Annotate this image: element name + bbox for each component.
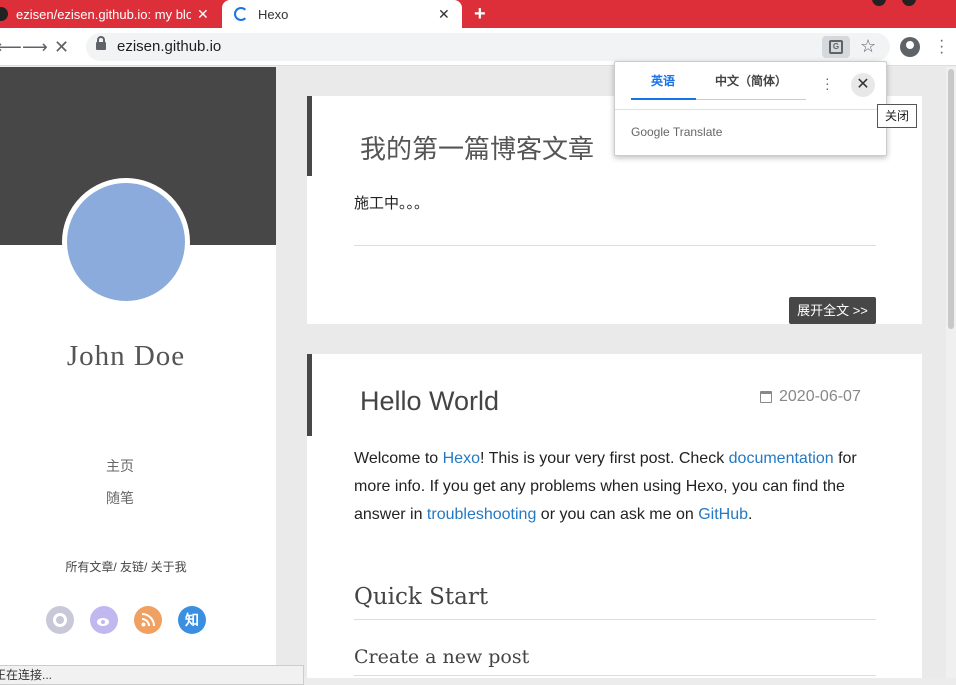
lock-icon[interactable] bbox=[96, 36, 106, 50]
para-text: Welcome to bbox=[354, 450, 443, 467]
github-favicon-icon bbox=[0, 7, 8, 21]
github-icon[interactable] bbox=[46, 606, 74, 634]
stop-loading-icon[interactable]: ✕ bbox=[54, 37, 69, 58]
post-card: Hello World 2020-06-07 Welcome to Hexo! … bbox=[307, 354, 922, 678]
sidebar-links[interactable]: 所有文章/ 友链/ 关于我 bbox=[0, 558, 252, 575]
divider bbox=[354, 245, 876, 246]
forward-icon[interactable]: ⟶ bbox=[22, 37, 48, 58]
rss-icon[interactable] bbox=[134, 606, 162, 634]
browser-menu-icon[interactable]: · · · bbox=[939, 33, 944, 61]
zhihu-icon[interactable]: 知 bbox=[178, 606, 206, 634]
documentation-link[interactable]: documentation bbox=[729, 450, 834, 467]
tab-title: Hexo bbox=[258, 6, 289, 22]
translate-button[interactable]: G bbox=[822, 36, 850, 58]
tab-github[interactable]: ezisen/ezisen.github.io: my blog ✕ bbox=[0, 0, 222, 28]
tab-close-icon[interactable]: ✕ bbox=[197, 6, 209, 23]
avatar[interactable] bbox=[62, 178, 190, 306]
loading-spinner-icon bbox=[234, 7, 248, 21]
url-text[interactable]: ezisen.github.io bbox=[117, 38, 221, 55]
divider bbox=[354, 675, 876, 676]
troubleshooting-link[interactable]: troubleshooting bbox=[427, 506, 536, 523]
close-icon[interactable]: ✕ bbox=[851, 73, 875, 97]
para-text: or you can ask me on bbox=[536, 506, 699, 523]
google-translate-brand: Google Translate bbox=[631, 125, 723, 139]
translate-icon: G bbox=[829, 40, 843, 54]
tab-target-language[interactable]: 中文（简体） bbox=[715, 72, 787, 89]
post-excerpt: 施工中。。。 bbox=[354, 195, 430, 212]
close-tooltip: 关闭 bbox=[877, 104, 917, 128]
para-text: ! This is your very first post. Check bbox=[479, 450, 729, 467]
post-accent-bar bbox=[307, 96, 312, 176]
github-link[interactable]: GitHub bbox=[698, 506, 748, 523]
heading-create-post: Create a new post bbox=[354, 646, 530, 668]
back-icon[interactable]: ⟵ bbox=[0, 37, 22, 58]
address-bar[interactable]: ezisen.github.io G ☆ bbox=[86, 33, 890, 61]
status-text: 正在连接... bbox=[0, 668, 53, 682]
calendar-icon bbox=[760, 391, 772, 403]
nav-essays[interactable]: 随笔 bbox=[0, 488, 240, 508]
para-text: . bbox=[748, 506, 753, 523]
sidebar: John Doe 主页 随笔 所有文章/ 友链/ 关于我 知 正在连接... bbox=[0, 67, 304, 685]
divider bbox=[354, 619, 876, 620]
divider bbox=[615, 109, 888, 110]
tab-close-icon[interactable]: ✕ bbox=[438, 6, 450, 23]
tab-strip: ezisen/ezisen.github.io: my blog ✕ Hexo … bbox=[0, 0, 956, 28]
window-control-icon[interactable] bbox=[902, 0, 916, 6]
post-title[interactable]: Hello World bbox=[360, 386, 499, 417]
status-bar: 正在连接... bbox=[0, 665, 304, 685]
scrollbar-thumb[interactable] bbox=[948, 69, 954, 329]
page-content: John Doe 主页 随笔 所有文章/ 友链/ 关于我 知 正在连接... 我… bbox=[0, 67, 956, 685]
post-date: 2020-06-07 bbox=[760, 388, 861, 406]
bookmark-star-icon[interactable]: ☆ bbox=[860, 36, 876, 57]
more-options-icon[interactable]: · · · bbox=[825, 71, 830, 95]
author-name: John Doe bbox=[66, 340, 186, 372]
scrollbar[interactable] bbox=[946, 67, 956, 678]
tab-hexo[interactable]: Hexo ✕ bbox=[222, 0, 462, 28]
nav-home[interactable]: 主页 bbox=[0, 456, 240, 476]
profile-icon[interactable] bbox=[900, 37, 920, 57]
tab-baseline bbox=[696, 99, 806, 100]
tab-source-language[interactable]: 英语 bbox=[651, 72, 675, 89]
heading-quick-start: Quick Start bbox=[354, 584, 489, 610]
post-title[interactable]: 我的第一篇博客文章 bbox=[360, 129, 594, 166]
new-tab-button[interactable]: + bbox=[474, 3, 486, 26]
post-accent-bar bbox=[307, 354, 312, 436]
active-tab-indicator bbox=[631, 98, 696, 100]
tab-title: ezisen/ezisen.github.io: my blog bbox=[16, 6, 191, 22]
translate-popup: 英语 中文（简体） · · · ✕ Google Translate bbox=[614, 61, 888, 156]
weibo-icon[interactable] bbox=[90, 606, 118, 634]
hexo-link[interactable]: Hexo bbox=[443, 450, 480, 467]
post-date-text: 2020-06-07 bbox=[779, 388, 861, 405]
post-paragraph: Welcome to Hexo! This is your very first… bbox=[354, 445, 879, 529]
read-more-button[interactable]: 展开全文 >> bbox=[789, 297, 876, 324]
window-control-icon[interactable] bbox=[872, 0, 886, 6]
